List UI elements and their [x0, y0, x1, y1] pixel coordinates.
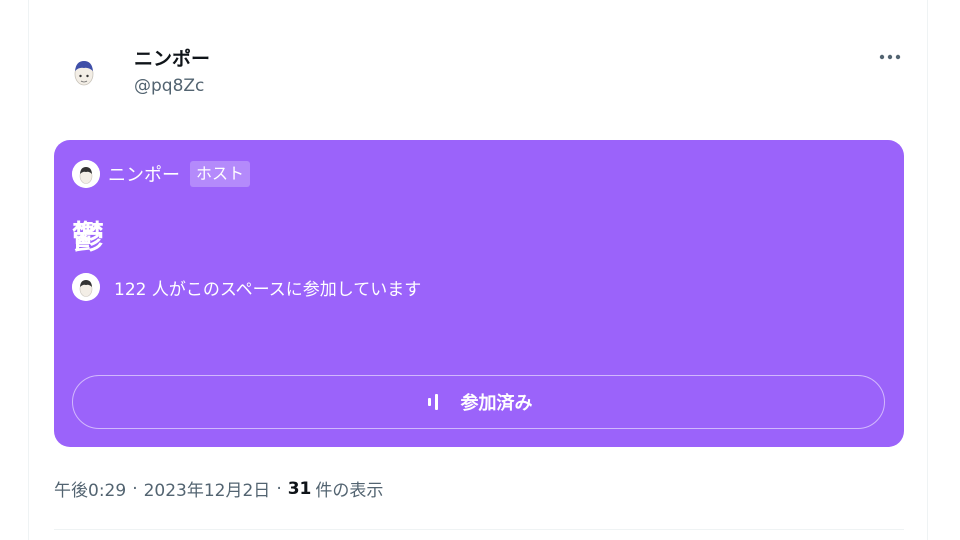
- joined-label: 参加済み: [460, 393, 533, 414]
- listener-avatar: [72, 273, 100, 301]
- avatar-image: [64, 52, 104, 92]
- host-avatar: [72, 160, 100, 188]
- space-listeners-count: 122 人がこのスペースに参加しています: [114, 279, 422, 300]
- more-button[interactable]: [876, 46, 904, 68]
- space-host-name: ニンポー: [108, 165, 180, 186]
- space-listeners-row: 122 人がこのスペースに参加しています: [72, 273, 421, 301]
- views-count: 31: [287, 478, 312, 499]
- space-card[interactable]: ニンポー ホスト 鬱 122 人がこのスペースに参加しています 参加済み: [54, 140, 904, 447]
- space-title: 鬱: [72, 218, 105, 256]
- audio-bars-icon: [427, 394, 438, 410]
- divider: [54, 529, 904, 530]
- tweet-meta-row: 午後0:29 · 2023年12月2日 · 31 件の表示: [54, 476, 384, 502]
- tweet-date[interactable]: 2023年12月2日: [144, 476, 271, 501]
- host-badge: ホスト: [190, 161, 251, 187]
- author-avatar[interactable]: [64, 52, 104, 92]
- meta-separator: ·: [132, 478, 138, 499]
- tweet-detail-page: ニンポー @pq8Zc ニンポー ホスト 鬱 122 人がこのスペースに参加して…: [0, 0, 960, 540]
- space-host-row: ニンポー ホスト: [72, 160, 251, 188]
- tweet-header: ニンポー @pq8Zc: [56, 40, 906, 104]
- joined-button[interactable]: 参加済み: [72, 375, 885, 429]
- more-horizontal-icon: [879, 54, 901, 60]
- column-border-right: [927, 0, 928, 540]
- tweet-time[interactable]: 午後0:29: [54, 476, 126, 501]
- views-label: 件の表示: [315, 481, 384, 501]
- author-handle[interactable]: @pq8Zc: [134, 76, 204, 96]
- author-name[interactable]: ニンポー: [134, 44, 210, 71]
- column-border-left: [28, 0, 29, 540]
- meta-separator: ·: [276, 478, 282, 499]
